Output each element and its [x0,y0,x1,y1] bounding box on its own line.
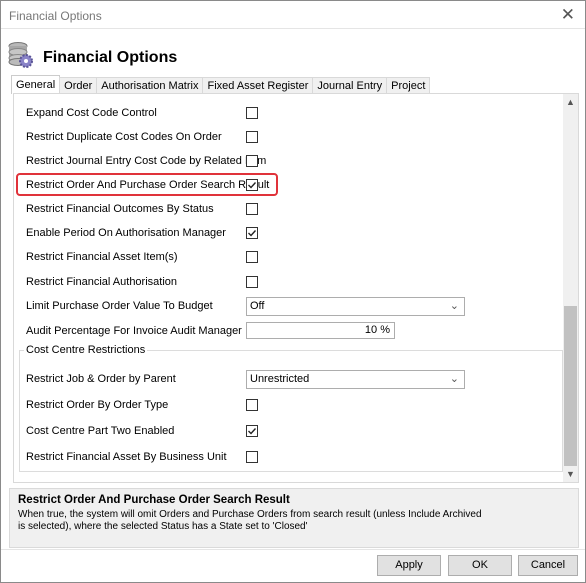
tab-journal-entry[interactable]: Journal Entry [312,77,388,94]
restrict-financial-asset-item-s-checkbox[interactable] [246,251,258,263]
option-label: Restrict Duplicate Cost Codes On Order [26,131,222,143]
tab-general[interactable]: General [11,75,61,94]
restrict-financial-asset-by-business-unit-checkbox[interactable] [246,451,258,463]
restrict-financial-outcomes-by-status-checkbox[interactable] [246,203,258,215]
option-label: Restrict Order And Purchase Order Search… [26,179,270,191]
scroll-down-icon[interactable]: ▼ [566,469,575,479]
group-title: Cost Centre Restrictions [24,344,148,356]
chevron-down-icon: ⌄ [449,373,459,385]
description-panel: Restrict Order And Purchase Order Search… [9,488,579,548]
restrict-order-by-order-type-checkbox[interactable] [246,399,258,411]
option-label: Restrict Job & Order by Parent [26,373,176,385]
cost-centre-part-two-enabled-checkbox[interactable] [246,425,258,437]
option-label: Restrict Financial Asset By Business Uni… [26,451,227,463]
checkmark-icon [248,230,257,237]
checkmark-icon [248,182,257,189]
apply-button[interactable]: Apply [377,555,441,576]
enable-period-on-authorisation-manager-checkbox[interactable] [246,227,258,239]
description-title: Restrict Order And Purchase Order Search… [18,494,290,506]
database-gear-icon [8,42,33,68]
window-title: Financial Options [9,9,102,23]
option-label: Enable Period On Authorisation Manager [26,227,226,239]
restrict-order-and-purchase-order-search-result-checkbox[interactable] [246,179,258,191]
scroll-up-icon[interactable]: ▲ [566,97,575,107]
vertical-scrollbar[interactable]: ▲ ▼ [563,94,578,482]
restrict-journal-entry-cost-code-by-related-item-checkbox[interactable] [246,155,258,167]
option-label: Restrict Journal Entry Cost Code by Rela… [26,155,267,167]
restrict-financial-authorisation-checkbox[interactable] [246,276,258,288]
tab-order[interactable]: Order [59,77,98,94]
select-value: Off [250,300,265,312]
option-label: Audit Percentage For Invoice Audit Manag… [26,325,242,337]
option-label: Restrict Order By Order Type [26,399,169,411]
checkmark-icon [248,428,257,435]
tab-authorisation-matrix[interactable]: Authorisation Matrix [96,77,204,94]
option-label: Expand Cost Code Control [26,107,157,119]
tab-bar: General Order Authorisation Matrix Fixed… [11,75,431,94]
divider [1,549,585,550]
ok-button[interactable]: OK [448,555,512,576]
option-label: Restrict Financial Outcomes By Status [26,203,214,215]
restrict-job-order-by-parent-select[interactable]: Unrestricted ⌄ [246,370,465,389]
option-label: Restrict Financial Asset Item(s) [26,251,178,263]
scrollbar-thumb[interactable] [564,306,577,466]
page-title: Financial Options [43,49,178,66]
cancel-button[interactable]: Cancel [518,555,578,576]
tab-fixed-asset-register[interactable]: Fixed Asset Register [202,77,314,94]
general-tab-panel: Expand Cost Code Control Restrict Duplica… [13,93,579,483]
option-label: Cost Centre Part Two Enabled [26,425,175,437]
tab-project[interactable]: Project [386,77,431,94]
option-label: Limit Purchase Order Value To Budget [26,300,213,312]
limit-purchase-order-value-to-budget-select[interactable]: Off ⌄ [246,297,465,316]
title-bar: Financial Options ✕ [1,1,585,29]
expand-cost-code-control-checkbox[interactable] [246,107,258,119]
restrict-duplicate-cost-codes-on-order-checkbox[interactable] [246,131,258,143]
chevron-down-icon: ⌄ [449,300,459,312]
select-value: Unrestricted [250,373,310,385]
financial-options-dialog: Financial Options ✕ Financial Options Ge… [0,0,586,583]
close-icon[interactable]: ✕ [561,5,575,25]
audit-percentage-for-invoice-audit-manager-input[interactable]: 10 % [246,322,395,339]
description-body: When true, the system will omit Orders a… [18,509,482,532]
option-label: Restrict Financial Authorisation [26,276,178,288]
